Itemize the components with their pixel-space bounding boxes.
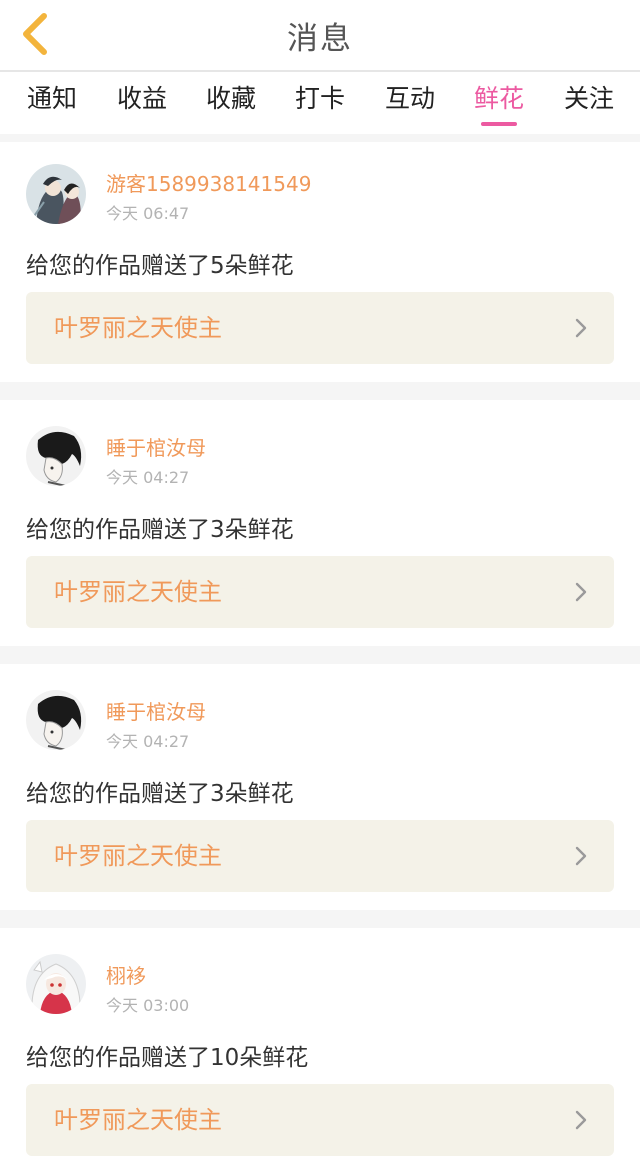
tab-label: 通知	[26, 84, 77, 113]
work-link[interactable]: 叶罗丽之天使主	[26, 820, 614, 892]
tab-checkin[interactable]: 打卡	[275, 72, 365, 134]
tab-favorites[interactable]: 收藏	[186, 72, 276, 134]
message-text: 给您的作品赠送了10朵鲜花	[26, 1045, 309, 1071]
message-card: 栩袳 今天 03:00 给您的作品赠送了10朵鲜花 叶罗丽之天使主	[0, 928, 640, 1172]
work-link[interactable]: 叶罗丽之天使主	[26, 556, 614, 628]
anime-couple-avatar-icon	[26, 164, 86, 224]
tab-label: 鲜花	[473, 84, 524, 113]
work-link[interactable]: 叶罗丽之天使主	[26, 292, 614, 364]
tab-earnings[interactable]: 收益	[97, 72, 187, 134]
tab-label: 打卡	[294, 84, 345, 113]
tab-label: 收益	[116, 84, 167, 113]
chevron-right-icon	[575, 1110, 587, 1130]
message-card: 睡于棺汝母 今天 04:27 给您的作品赠送了3朵鲜花 叶罗丽之天使主	[0, 664, 640, 910]
message-text: 给您的作品赠送了3朵鲜花	[26, 517, 294, 543]
work-title: 叶罗丽之天使主	[54, 578, 222, 606]
tab-follow[interactable]: 关注	[544, 72, 634, 134]
timestamp: 今天 06:47	[106, 204, 190, 223]
work-title: 叶罗丽之天使主	[54, 1106, 222, 1134]
chevron-right-icon	[575, 846, 587, 866]
tab-interaction[interactable]: 互动	[365, 72, 455, 134]
timestamp: 今天 03:00	[106, 996, 190, 1015]
username[interactable]: 游客1589938141549	[106, 168, 311, 197]
tab-label: 收藏	[205, 84, 256, 113]
chevron-right-icon	[575, 318, 587, 338]
message-text: 给您的作品赠送了3朵鲜花	[26, 781, 294, 807]
tab-bar: 通知 收益 收藏 打卡 互动 鲜花 关注	[0, 72, 640, 134]
page-title: 消息	[287, 20, 353, 57]
tab-label: 互动	[384, 84, 435, 113]
username[interactable]: 栩袳	[106, 960, 146, 989]
avatar[interactable]	[26, 164, 86, 224]
tab-label: 关注	[563, 84, 614, 113]
username[interactable]: 睡于棺汝母	[106, 696, 206, 725]
tab-flowers[interactable]: 鲜花	[454, 72, 544, 134]
chevron-right-icon	[575, 582, 587, 602]
avatar[interactable]	[26, 690, 86, 750]
message-card: 游客1589938141549 今天 06:47 给您的作品赠送了5朵鲜花 叶罗…	[0, 142, 640, 382]
active-tab-indicator	[481, 122, 517, 126]
username[interactable]: 睡于棺汝母	[106, 432, 206, 461]
timestamp: 今天 04:27	[106, 732, 190, 751]
avatar[interactable]	[26, 954, 86, 1014]
header: 消息	[0, 0, 640, 72]
message-card: 睡于棺汝母 今天 04:27 给您的作品赠送了3朵鲜花 叶罗丽之天使主	[0, 400, 640, 646]
app: 消息 通知 收益 收藏 打卡 互动 鲜花 关注 游客1589938141549 …	[0, 0, 640, 1172]
work-link[interactable]: 叶罗丽之天使主	[26, 1084, 614, 1156]
white-hair-girl-avatar-icon	[26, 954, 86, 1014]
tab-notice[interactable]: 通知	[7, 72, 97, 134]
avatar[interactable]	[26, 426, 86, 486]
timestamp: 今天 04:27	[106, 468, 190, 487]
message-text: 给您的作品赠送了5朵鲜花	[26, 253, 294, 279]
work-title: 叶罗丽之天使主	[54, 314, 222, 342]
sketch-boy-avatar-icon	[26, 426, 86, 486]
work-title: 叶罗丽之天使主	[54, 842, 222, 870]
sketch-boy-avatar-icon	[26, 690, 86, 750]
